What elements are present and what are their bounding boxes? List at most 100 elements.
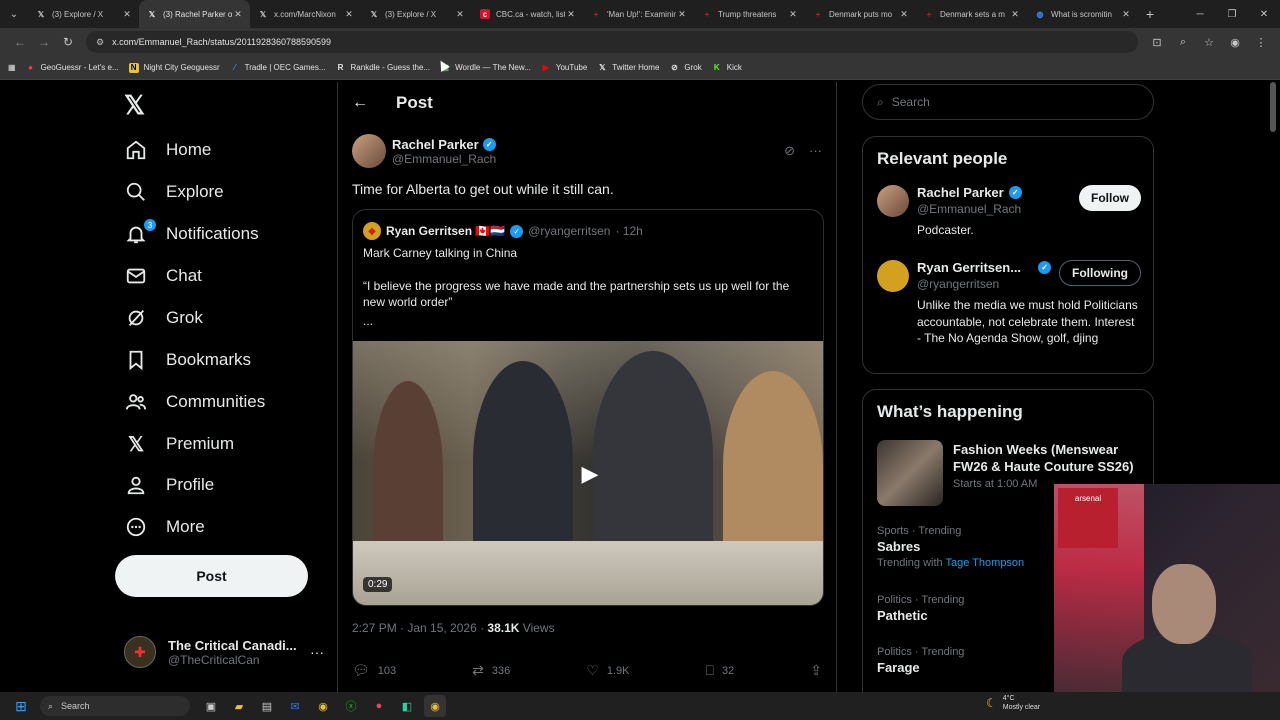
nav-more[interactable]: More xyxy=(124,512,205,542)
browser-menu-icon[interactable]: ⋮ xyxy=(1250,36,1272,49)
post-button[interactable]: Post xyxy=(115,555,308,597)
close-icon[interactable]: ✕ xyxy=(1009,9,1021,20)
more-options-icon[interactable]: ··· xyxy=(310,644,324,660)
bookmark-night-city[interactable]: N Night City Geoguessr xyxy=(128,62,220,73)
news-icon: + xyxy=(593,9,599,19)
close-icon[interactable]: ✕ xyxy=(787,9,799,20)
close-icon[interactable]: ✕ xyxy=(898,9,910,20)
author-handle[interactable]: @Emmanuel_Rach xyxy=(392,152,496,166)
taskbar-search[interactable]: ⌕ Search xyxy=(40,696,190,716)
reply-button[interactable]: 💬︎ 103 xyxy=(352,662,396,679)
close-icon[interactable]: ✕ xyxy=(565,9,577,20)
nav-home[interactable]: Home xyxy=(124,135,211,165)
x-icon: 𝕏 xyxy=(127,433,145,456)
media-icon[interactable]: ● xyxy=(368,695,390,717)
close-icon[interactable]: ✕ xyxy=(676,9,688,20)
app-icon[interactable]: ◧ xyxy=(396,695,418,717)
back-icon[interactable]: ← xyxy=(8,35,32,49)
repost-button[interactable]: ⇄ 336 xyxy=(472,662,510,679)
browser-tab[interactable]: ◍ What is scromitin ✕ xyxy=(1027,0,1138,28)
search-input[interactable]: ⌕ Search xyxy=(862,84,1154,120)
file-explorer-icon[interactable]: ▰ xyxy=(228,695,250,717)
bookmark-button[interactable]: ⎕ 32 xyxy=(706,662,735,679)
browser-tab[interactable]: 𝕏 (3) Explore / X ✕ xyxy=(361,0,472,28)
play-icon[interactable]: ▶ xyxy=(575,459,605,489)
forward-icon[interactable]: → xyxy=(32,35,56,49)
quoted-post[interactable]: ◆ Ryan Gerritsen 🇨🇦🇳🇱 ✓ @ryangerritsen ·… xyxy=(352,209,824,606)
browser-tab[interactable]: + Denmark sets a m ✕ xyxy=(916,0,1027,28)
scrollbar[interactable] xyxy=(1270,82,1276,132)
video-player[interactable]: ▶ 0:29 xyxy=(353,341,823,605)
task-view-icon[interactable]: ▣ xyxy=(200,695,222,717)
search-icon: ⌕ xyxy=(877,94,884,109)
tab-search-icon[interactable]: ⌄ xyxy=(0,0,28,28)
nav-bookmarks[interactable]: Bookmarks xyxy=(124,345,251,375)
follow-button[interactable]: Follow xyxy=(1079,185,1141,211)
zoom-icon[interactable]: ⌕ xyxy=(1172,36,1194,49)
left-sidebar: 𝕏 Home Explore 3 Notifications Chat Grok… xyxy=(114,82,338,692)
nav-explore[interactable]: Explore xyxy=(124,177,224,207)
following-button[interactable]: Following xyxy=(1059,260,1141,286)
x-icon: 𝕏 xyxy=(599,63,606,72)
author-name[interactable]: Rachel Parker xyxy=(392,137,479,152)
close-icon[interactable]: ✕ xyxy=(121,9,133,20)
nav-chat[interactable]: Chat xyxy=(124,261,202,291)
nav-notifications[interactable]: 3 Notifications xyxy=(124,219,259,249)
site-info-icon[interactable]: ⚙ xyxy=(96,37,104,48)
xbox-icon[interactable]: ⓧ xyxy=(340,695,362,717)
back-arrow-icon[interactable]: ← xyxy=(352,94,368,112)
close-icon[interactable]: ✕ xyxy=(343,9,355,20)
browser-tab[interactable]: + Denmark puts mo ✕ xyxy=(805,0,916,28)
restore-icon[interactable]: ❐ xyxy=(1216,9,1248,20)
bookmark-wordle[interactable]: ▦ Wordle — The New... xyxy=(440,63,531,73)
nav-grok[interactable]: Grok xyxy=(124,303,203,333)
nav-profile[interactable]: Profile xyxy=(124,470,214,500)
close-icon[interactable]: ✕ xyxy=(232,9,244,20)
windows-start-icon[interactable]: ⊞ xyxy=(10,698,32,715)
bookmark-kick[interactable]: K Kick xyxy=(712,63,742,73)
more-options-icon[interactable]: ··· xyxy=(809,143,822,159)
browser-tab[interactable]: + 'Man Up!': Examining ✕ xyxy=(583,0,694,28)
cbc-icon: c xyxy=(480,9,490,19)
browser-tab[interactable]: + Trump threatens ✕ xyxy=(694,0,805,28)
account-switcher[interactable]: ✚ The Critical Canadi... @TheCriticalCan… xyxy=(124,632,324,672)
post-timestamp[interactable]: 2:27 PM · Jan 15, 2026 · xyxy=(352,621,487,635)
store-icon[interactable]: ▤ xyxy=(256,695,278,717)
browser-tab[interactable]: 𝕏 (3) Explore / X ✕ xyxy=(28,0,139,28)
outlook-icon[interactable]: ✉ xyxy=(284,695,306,717)
close-window-icon[interactable]: ✕ xyxy=(1248,9,1280,20)
avatar[interactable] xyxy=(352,134,386,168)
install-app-icon[interactable]: ⊡ xyxy=(1146,36,1168,49)
weather-widget[interactable]: ☾ 4°C Mostly clear xyxy=(986,694,1040,712)
bookmark-youtube[interactable]: ▶ YouTube xyxy=(541,63,588,73)
bookmark-tradle[interactable]: ⁄ Tradle | OEC Games... xyxy=(230,63,326,73)
apps-icon[interactable]: ▦ xyxy=(8,63,16,72)
grok-icon[interactable]: ⊘ xyxy=(784,143,795,159)
video-frame xyxy=(353,541,823,605)
bookmark-star-icon[interactable]: ☆ xyxy=(1198,36,1220,49)
reply-icon: 💬︎ xyxy=(352,662,370,678)
bookmark-twitter-home[interactable]: 𝕏 Twitter Home xyxy=(597,63,659,73)
browser-tab[interactable]: 𝕏x.com/MarcNixon ✕ xyxy=(250,0,361,28)
x-logo-icon[interactable]: 𝕏 xyxy=(124,90,145,121)
new-tab-button[interactable]: + xyxy=(1138,6,1162,22)
close-icon[interactable]: ✕ xyxy=(1120,9,1132,20)
reload-icon[interactable]: ↻ xyxy=(56,35,80,49)
close-icon[interactable]: ✕ xyxy=(454,9,466,20)
profile-icon[interactable]: ◉ xyxy=(1224,36,1246,49)
nav-premium[interactable]: 𝕏 Premium xyxy=(124,429,234,459)
bookmark-grok[interactable]: ⊘ Grok xyxy=(669,63,702,73)
chrome-active-icon[interactable]: ◉ xyxy=(424,695,446,717)
chrome-icon[interactable]: ◉ xyxy=(312,695,334,717)
like-button[interactable]: ♡ 1.9K xyxy=(586,662,629,679)
browser-tab-active[interactable]: 𝕏(3) Rachel Parker on X✕ xyxy=(139,0,250,28)
bookmark-geoguessr[interactable]: ● GeoGuessr - Let's e... xyxy=(26,63,118,73)
trend-link[interactable]: Tage Thompson xyxy=(945,557,1024,569)
nav-communities[interactable]: Communities xyxy=(124,387,265,417)
bookmark-rankdle[interactable]: R Rankdle - Guess the... xyxy=(336,63,430,73)
address-bar[interactable]: ⚙ x.com/Emmanuel_Rach/status/20119283607… xyxy=(86,31,1138,53)
minimize-icon[interactable]: ─ xyxy=(1184,9,1216,20)
browser-tab[interactable]: cCBC.ca - watch, listen✕ xyxy=(472,0,583,28)
share-button[interactable]: ⇪ xyxy=(810,662,822,679)
taskbar: ⊞ ⌕ Search ▣ ▰ ▤ ✉ ◉ ⓧ ● ◧ ◉ ☾ 4°C Mostly… xyxy=(0,692,1280,720)
